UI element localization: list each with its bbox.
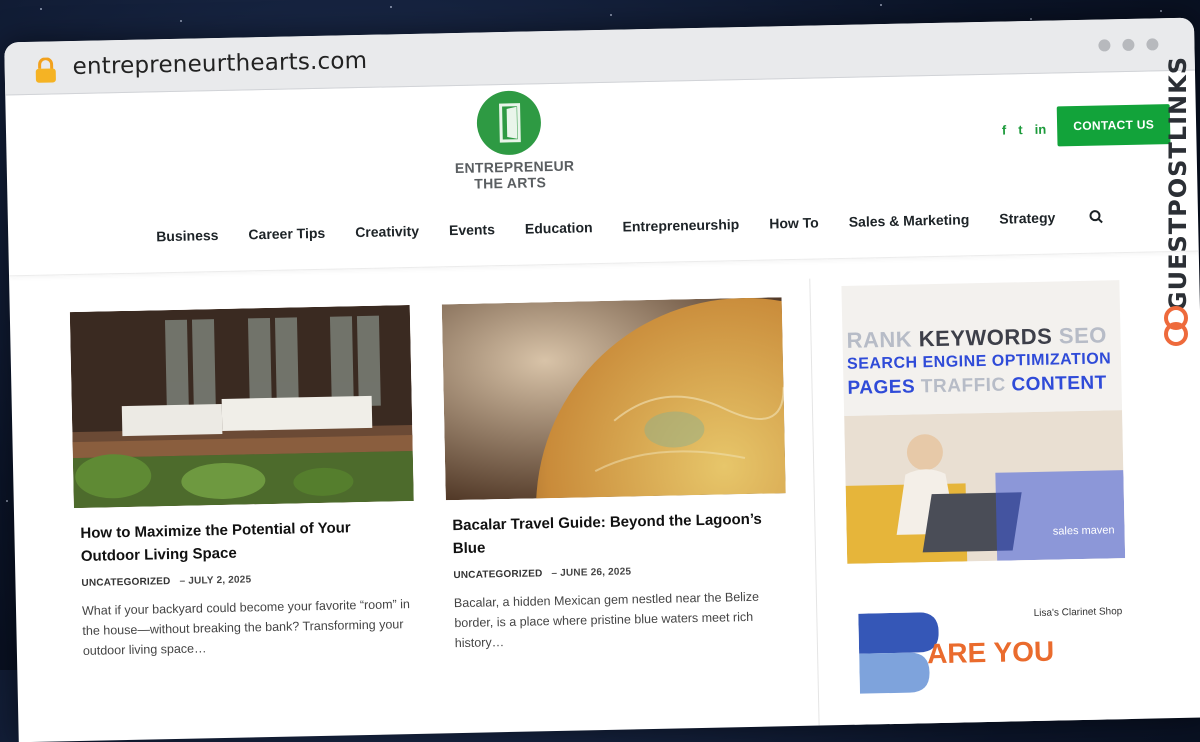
guestpostlinks-watermark: GUESTPOSTLINKS xyxy=(1158,56,1194,356)
seo-ad-banner[interactable]: RANK KEYWORDS SEO SEARCH ENGINE OPTIMIZA… xyxy=(841,280,1126,564)
post-meta: UNCATEGORIZED – JUNE 26, 2025 xyxy=(453,566,632,582)
ad-photo-woman-laptop xyxy=(844,410,1126,564)
post-thumbnail-globe[interactable] xyxy=(441,297,786,501)
main-nav: Business Career Tips Creativity Events E… xyxy=(156,208,1104,244)
post-date: JULY 2, 2025 xyxy=(188,574,252,587)
ad-headline: ARE YOU xyxy=(926,635,1055,670)
address-bar-url[interactable]: entrepreneurthearts.com xyxy=(72,48,367,80)
browser-window: entrepreneurthearts.com ENTREPRENEUR THE… xyxy=(4,17,1200,742)
ad-shop-name: Lisa's Clarinet Shop xyxy=(1033,606,1123,620)
search-icon[interactable] xyxy=(1089,209,1104,224)
post-excerpt: Bacalar, a hidden Mexican gem nestled ne… xyxy=(453,589,760,651)
clarinet-ad-banner[interactable]: Lisa's Clarinet Shop ARE YOU xyxy=(852,602,1134,742)
post-category[interactable]: UNCATEGORIZED xyxy=(453,568,542,581)
nav-item-entrepreneurship[interactable]: Entrepreneurship xyxy=(622,216,739,234)
nav-item-events[interactable]: Events xyxy=(449,221,495,238)
main-content: How to Maximize the Potential of Your Ou… xyxy=(9,270,1200,742)
linkedin-icon[interactable]: in xyxy=(1034,122,1046,137)
link-logo-icon xyxy=(1164,306,1188,346)
logo-text-line2: THE ARTS xyxy=(474,174,547,192)
ad-pages-row: PAGES TRAFFIC CONTENT xyxy=(847,372,1107,399)
website: ENTREPRENEUR THE ARTS f t in CONTACT US … xyxy=(5,70,1200,742)
post-thumbnail-porch[interactable] xyxy=(69,305,414,509)
post-excerpt: What if your backyard could become your … xyxy=(81,597,411,658)
ad-keyword-row: RANK KEYWORDS SEO xyxy=(846,322,1108,353)
ad-shape-graphic xyxy=(858,612,939,694)
nav-item-strategy[interactable]: Strategy xyxy=(999,209,1055,226)
post-meta: UNCATEGORIZED – JULY 2, 2025 xyxy=(81,574,252,589)
door-logo-icon xyxy=(476,90,542,156)
social-links: f t in xyxy=(1002,122,1047,138)
post-title[interactable]: Bacalar Travel Guide: Beyond the Lagoon’… xyxy=(452,507,781,560)
nav-item-education[interactable]: Education xyxy=(525,219,593,236)
lock-icon xyxy=(35,57,56,83)
post-date: JUNE 26, 2025 xyxy=(560,566,632,579)
window-controls xyxy=(1098,38,1159,52)
ad-seo-line: SEARCH ENGINE OPTIMIZATION xyxy=(846,350,1112,373)
nav-item-career-tips[interactable]: Career Tips xyxy=(248,225,325,243)
post-category[interactable]: UNCATEGORIZED xyxy=(81,576,170,589)
nav-item-business[interactable]: Business xyxy=(156,227,219,244)
facebook-icon[interactable]: f xyxy=(1002,122,1007,137)
nav-item-sales-marketing[interactable]: Sales & Marketing xyxy=(849,211,970,230)
nav-item-creativity[interactable]: Creativity xyxy=(355,223,419,240)
post-title[interactable]: How to Maximize the Potential of Your Ou… xyxy=(80,515,409,568)
window-dot[interactable] xyxy=(1098,39,1111,52)
contact-us-button[interactable]: CONTACT US xyxy=(1056,104,1171,147)
nav-item-how-to[interactable]: How To xyxy=(769,214,819,231)
window-dot[interactable] xyxy=(1122,38,1135,52)
logo-text-line1: ENTREPRENEUR xyxy=(454,157,575,177)
window-dot[interactable] xyxy=(1146,38,1159,51)
post-card[interactable]: How to Maximize the Potential of Your Ou… xyxy=(69,305,417,661)
site-header: ENTREPRENEUR THE ARTS f t in CONTACT US … xyxy=(5,70,1199,277)
ad-brand-label: sales maven xyxy=(1052,524,1115,538)
twitter-icon[interactable]: t xyxy=(1018,122,1023,137)
site-logo[interactable]: ENTREPRENEUR THE ARTS xyxy=(453,90,575,192)
post-card[interactable]: Bacalar Travel Guide: Beyond the Lagoon’… xyxy=(441,297,789,653)
